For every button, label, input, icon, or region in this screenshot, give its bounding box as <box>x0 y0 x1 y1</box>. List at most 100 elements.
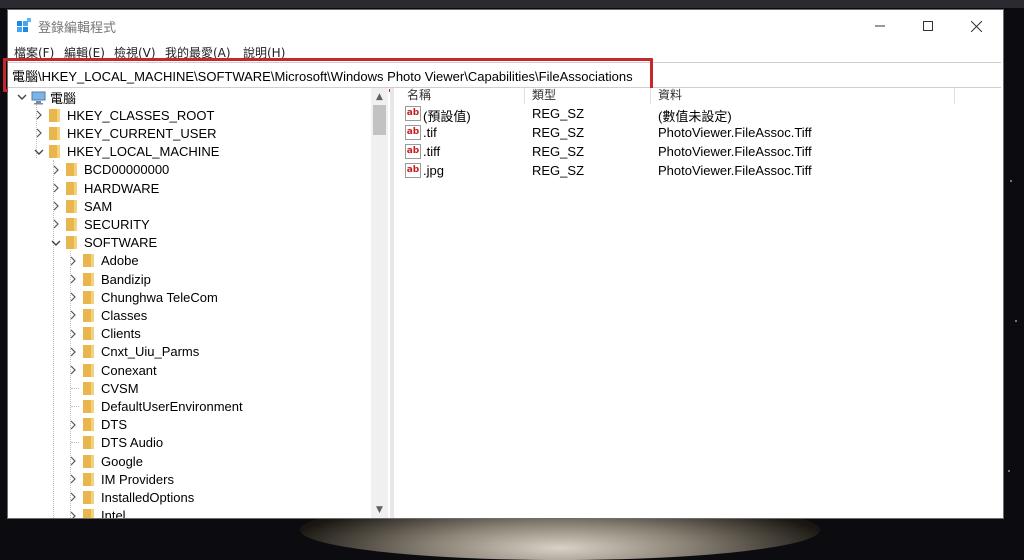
chevron-right-icon[interactable] <box>67 343 79 361</box>
tree-item[interactable]: HKEY_LOCAL_MACHINE <box>33 143 219 161</box>
tree-item-label: Google <box>101 453 143 469</box>
tree-item[interactable]: Classes <box>67 306 147 324</box>
tree-item[interactable]: HKEY_CLASSES_ROOT <box>33 106 214 124</box>
close-button[interactable] <box>952 10 1000 42</box>
chevron-right-icon[interactable] <box>67 470 79 488</box>
tree-scrollbar[interactable]: ▲ ▼ <box>371 88 388 518</box>
tree-item-label: Intel <box>101 508 126 518</box>
tree-item[interactable]: Cnxt_Uiu_Parms <box>67 343 199 361</box>
menu-item-view[interactable]: 檢視(V) <box>114 44 156 61</box>
folder-icon <box>82 472 95 487</box>
tree-item[interactable]: Clients <box>67 325 141 343</box>
list-row[interactable]: ab .jpg REG_SZ PhotoViewer.FileAssoc.Tiff <box>394 162 1001 181</box>
chevron-right-icon[interactable] <box>50 179 62 197</box>
list-row[interactable]: ab .tiff REG_SZ PhotoViewer.FileAssoc.Tiff <box>394 143 1001 162</box>
column-header-name[interactable]: 名稱 <box>403 88 431 104</box>
column-header-data[interactable]: 資料 <box>654 88 682 104</box>
tree-item[interactable]: Intel <box>67 507 126 518</box>
tree-item[interactable]: Bandizip <box>67 270 151 288</box>
tree-item-label: SOFTWARE <box>84 235 158 251</box>
menu-item-favorites[interactable]: 我的最愛(A) <box>165 44 231 61</box>
chevron-right-icon[interactable] <box>67 270 79 288</box>
folder-icon <box>82 326 95 341</box>
tree-item[interactable]: Adobe <box>67 252 139 270</box>
chevron-down-icon[interactable] <box>33 143 45 161</box>
folder-icon <box>65 235 78 250</box>
tree-item-label: HKEY_CURRENT_USER <box>67 125 217 141</box>
menu-item-edit[interactable]: 編輯(E) <box>64 44 105 61</box>
chevron-right-icon[interactable] <box>33 124 45 142</box>
key-tree-pane[interactable]: 電腦 HKEY_CLASSES_ROOT HKEY_CURRENT_USER HKEY… <box>8 88 389 518</box>
chevron-right-icon[interactable] <box>67 361 79 379</box>
tree-item[interactable]: SECURITY <box>50 215 150 233</box>
folder-icon <box>82 417 95 432</box>
chevron-right-icon[interactable] <box>33 106 45 124</box>
tree-item-label: Chunghwa TeleCom <box>101 289 218 305</box>
folder-icon <box>82 272 95 287</box>
chevron-right-icon[interactable] <box>50 197 62 215</box>
list-row[interactable]: ab .tif REG_SZ PhotoViewer.FileAssoc.Tiff <box>394 124 1001 143</box>
tree-item-label: Classes <box>101 307 148 323</box>
tree-item[interactable]: HKEY_CURRENT_USER <box>33 124 217 142</box>
scroll-up-icon[interactable]: ▲ <box>371 88 388 105</box>
menu-bar: 檔案(F) 編輯(E) 檢視(V) 我的最愛(A) 說明(H) <box>8 42 1003 62</box>
chevron-right-icon[interactable] <box>50 215 62 233</box>
chevron-right-icon[interactable] <box>67 325 79 343</box>
address-bar[interactable]: 電腦\HKEY_LOCAL_MACHINE\SOFTWARE\Microsoft… <box>3 58 1001 92</box>
value-type: REG_SZ <box>532 163 585 178</box>
address-path[interactable]: 電腦\HKEY_LOCAL_MACHINE\SOFTWARE\Microsoft… <box>12 66 633 85</box>
tree-item-label: DTS Audio <box>101 435 164 451</box>
minimize-button[interactable] <box>856 10 904 42</box>
tree-item[interactable]: HARDWARE <box>50 179 159 197</box>
tree-leaf-spacer <box>67 397 79 415</box>
tree-item[interactable]: BCD00000000 <box>50 161 169 179</box>
column-header-type[interactable]: 類型 <box>528 88 556 104</box>
menu-item-file[interactable]: 檔案(F) <box>14 44 54 61</box>
chevron-right-icon[interactable] <box>67 252 79 270</box>
string-value-icon: ab <box>405 125 421 140</box>
folder-icon <box>82 290 95 305</box>
chevron-down-icon[interactable] <box>50 234 62 252</box>
value-type: REG_SZ <box>532 106 585 121</box>
tree-item[interactable]: Chunghwa TeleCom <box>67 288 218 306</box>
tree-item-label: HKEY_CLASSES_ROOT <box>67 107 215 123</box>
chevron-right-icon[interactable] <box>67 416 79 434</box>
value-data: PhotoViewer.FileAssoc.Tiff <box>658 144 812 159</box>
tree-item[interactable]: CVSM <box>67 379 139 397</box>
tree-item-label: Adobe <box>101 253 139 269</box>
chevron-right-icon[interactable] <box>67 306 79 324</box>
tree-item[interactable]: Conexant <box>67 361 157 379</box>
registry-editor-icon <box>16 18 32 34</box>
tree-item[interactable]: DTS Audio <box>67 434 163 452</box>
tree-item[interactable]: DTS <box>67 416 127 434</box>
tree-item[interactable]: InstalledOptions <box>67 488 194 506</box>
tree-item[interactable]: SOFTWARE <box>50 234 157 252</box>
maximize-button[interactable] <box>904 10 952 42</box>
chevron-right-icon[interactable] <box>67 288 79 306</box>
list-row[interactable]: ab (預設值) REG_SZ (數值未設定) <box>394 105 1001 124</box>
tree-leaf-spacer <box>67 434 79 452</box>
tree-item[interactable]: 電腦 <box>16 88 76 106</box>
chevron-right-icon[interactable] <box>67 507 79 518</box>
values-list-pane[interactable]: 名稱 類型 資料 ab (預設值) REG_SZ (數值未設定) ab .tif REG_S… <box>394 88 1001 518</box>
tree-item-label: Clients <box>101 326 141 342</box>
folder-icon <box>82 308 95 323</box>
tree-item[interactable]: Google <box>67 452 143 470</box>
menu-item-help[interactable]: 說明(H) <box>243 44 285 61</box>
chevron-right-icon[interactable] <box>50 161 62 179</box>
chevron-right-icon[interactable] <box>67 452 79 470</box>
tree-item[interactable]: DefaultUserEnvironment <box>67 397 243 415</box>
scroll-thumb[interactable] <box>373 105 386 135</box>
tree-item-label: Bandizip <box>101 271 151 287</box>
chevron-down-icon[interactable] <box>16 88 28 106</box>
tree-item[interactable]: IM Providers <box>67 470 174 488</box>
tree-item-label: DTS <box>101 417 127 433</box>
chevron-right-icon[interactable] <box>67 488 79 506</box>
folder-icon <box>48 108 61 123</box>
tree-item-label: HKEY_LOCAL_MACHINE <box>67 144 220 160</box>
tree-item[interactable]: SAM <box>50 197 112 215</box>
computer-icon <box>31 90 46 105</box>
title-bar[interactable]: 登錄編輯程式 <box>8 10 1003 42</box>
folder-icon <box>65 217 78 232</box>
scroll-down-icon[interactable]: ▼ <box>371 501 388 518</box>
